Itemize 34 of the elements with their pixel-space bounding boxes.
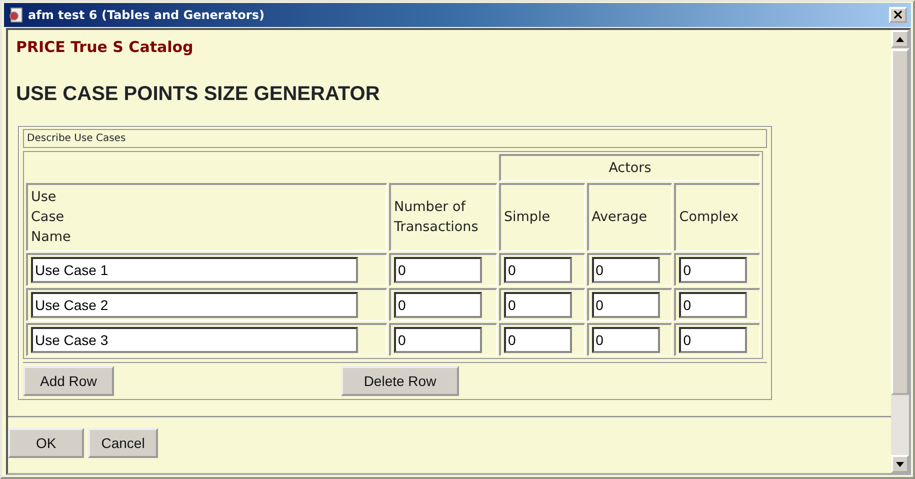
number-field[interactable]: 0 (679, 256, 748, 282)
ok-button[interactable]: OK (8, 428, 84, 458)
app-icon (8, 7, 24, 23)
table-header: Actors (498, 154, 760, 181)
number-field[interactable]: 0 (394, 292, 482, 318)
table-header: Average (586, 182, 672, 250)
scrollbar[interactable] (891, 30, 909, 473)
number-field[interactable]: 0 (504, 326, 572, 352)
page-heading: USE CASE POINTS SIZE GENERATOR (16, 82, 381, 106)
scroll-down-icon[interactable] (896, 462, 904, 466)
scroll-up-icon[interactable] (896, 36, 904, 42)
name-field[interactable]: Use Case 2 (31, 292, 358, 318)
number-field[interactable]: 0 (679, 292, 748, 318)
panel-legend: Describe Use Cases (23, 128, 767, 148)
add-row-button[interactable]: Add Row (23, 366, 114, 396)
number-field[interactable]: 0 (504, 292, 572, 318)
window-title: afm test 6 (Tables and Generators) (28, 7, 264, 24)
table-header: Simple (498, 182, 585, 250)
name-field[interactable]: Use Case 3 (31, 326, 358, 352)
catalog-title: PRICE True S Catalog (16, 37, 194, 58)
number-field[interactable]: 0 (394, 256, 482, 282)
table-header: Use Case Name (26, 182, 387, 250)
number-field[interactable]: 0 (592, 326, 660, 352)
number-field[interactable]: 0 (592, 256, 660, 282)
number-field[interactable]: 0 (504, 256, 572, 282)
cancel-button[interactable]: Cancel (88, 428, 158, 458)
table-header: Complex (674, 182, 760, 250)
number-field[interactable]: 0 (592, 292, 660, 318)
delete-row-button[interactable]: Delete Row (340, 366, 460, 396)
name-field[interactable]: Use Case 1 (31, 256, 358, 282)
table-header: Number of Transactions (389, 182, 497, 250)
number-field[interactable]: 0 (394, 326, 482, 352)
number-field[interactable]: 0 (679, 326, 748, 352)
close-button[interactable]: × (889, 7, 907, 23)
